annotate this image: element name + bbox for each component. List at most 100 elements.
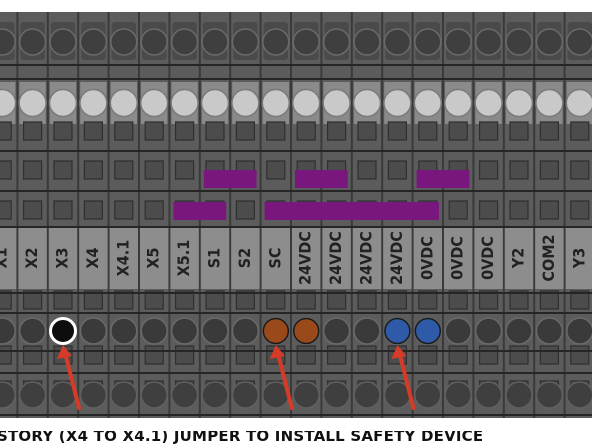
- screw-head: [79, 88, 108, 118]
- screw-head: [413, 88, 443, 118]
- terminal-label: 24VDC: [387, 231, 406, 285]
- terminal-column: [474, 12, 503, 432]
- screw-hole: [79, 381, 108, 409]
- terminal-label: S1: [205, 248, 224, 268]
- jumper-slot: [296, 121, 316, 141]
- jumper-slot: [23, 160, 43, 180]
- jumper-slot: [83, 160, 104, 180]
- jumper-slot: [509, 200, 529, 220]
- screw-head: [322, 88, 351, 118]
- wire-marker-black: [49, 317, 77, 345]
- screw-hole: [231, 28, 260, 56]
- jumper-slot: [448, 200, 468, 220]
- screw-hole: [535, 381, 564, 409]
- terminal-column: [200, 12, 230, 432]
- jumper-bar: [416, 170, 470, 188]
- screw-hole: [170, 381, 199, 409]
- screw-hole: [414, 381, 442, 409]
- screw-hole: [231, 381, 260, 409]
- wire-marker-brown: [292, 317, 320, 345]
- screw-hole: [140, 28, 168, 56]
- screw-hole: [505, 28, 533, 56]
- terminal-column: [261, 12, 290, 432]
- wire-hole: [18, 317, 47, 345]
- jumper-slot: [235, 345, 255, 365]
- jumper-slot: [114, 345, 134, 365]
- terminal-label: X1: [0, 247, 11, 268]
- screw-hole: [262, 28, 290, 56]
- screw-head: [383, 88, 412, 118]
- jumper-slot: [175, 345, 195, 365]
- jumper-slot: [175, 160, 195, 180]
- terminal-column: [48, 12, 78, 432]
- terminal-label: X3: [53, 247, 72, 268]
- jumper-slot: [0, 345, 12, 365]
- terminal-column: [0, 12, 17, 432]
- jumper-slot: [53, 160, 73, 180]
- jumper-slot: [144, 121, 164, 141]
- wire-hole: [79, 317, 108, 345]
- caption-text: STORY (X4 TO X4.1) JUMPER TO INSTALL SAF…: [0, 431, 592, 444]
- screw-hole: [201, 28, 229, 56]
- jumper-slot: [448, 345, 468, 365]
- jumper-bar: [203, 170, 257, 188]
- terminal-column: [352, 12, 382, 432]
- wire-hole: [474, 317, 503, 345]
- jumper-slot: [570, 160, 590, 180]
- jumper-slot: [357, 121, 377, 141]
- screw-head: [291, 88, 321, 118]
- screw-hole: [110, 28, 138, 56]
- jumper-slot: [23, 345, 43, 365]
- screw-hole: [474, 28, 503, 56]
- screw-hole: [79, 28, 108, 56]
- screw-hole: [383, 28, 412, 56]
- terminal-label: Y2: [509, 248, 528, 269]
- terminal-label: S2: [235, 248, 254, 268]
- terminal-label: 0VDC: [478, 236, 497, 280]
- jumper-slot: [570, 200, 590, 220]
- screw-head: [48, 88, 78, 118]
- screw-head: [443, 88, 473, 118]
- wire-hole: [322, 317, 351, 345]
- wire-marker-brown: [262, 317, 290, 345]
- screw-head: [261, 88, 291, 118]
- jumper-slot: [479, 345, 499, 365]
- screw-head: [109, 88, 139, 118]
- wire-hole: [535, 317, 564, 345]
- jumper-slot: [266, 121, 286, 141]
- terminal-label: 0VDC: [448, 236, 467, 280]
- terminal-column: [444, 12, 473, 432]
- jumper-slot: [114, 121, 134, 141]
- jumper-bar: [295, 170, 348, 188]
- wire-hole: [201, 317, 229, 345]
- jumper-slot: [0, 200, 12, 220]
- wire-hole: [444, 317, 472, 345]
- screw-hole: [292, 28, 320, 56]
- screw-hole: [322, 28, 351, 56]
- screw-hole: [140, 381, 168, 409]
- wire-hole: [505, 317, 533, 345]
- screw-head: [352, 88, 382, 118]
- jumper-slot: [509, 160, 529, 180]
- screw-head: [474, 88, 503, 118]
- jumper-slot: [357, 160, 377, 180]
- screw-hole: [292, 381, 320, 409]
- jumper-slot: [144, 345, 164, 365]
- wire-hole: [231, 317, 260, 345]
- terminal-column: [292, 12, 321, 432]
- jumper-bar: [264, 202, 439, 220]
- jumper-slot: [23, 121, 43, 141]
- jumper-slot: [327, 345, 347, 365]
- jumper-slot: [570, 121, 590, 141]
- jumper-slot: [53, 121, 73, 141]
- jumper-slot: [479, 121, 499, 141]
- wire-hole: [110, 317, 138, 345]
- screw-hole: [444, 28, 472, 56]
- screw-head: [139, 88, 169, 118]
- jumper-slot: [114, 160, 134, 180]
- terminal-label: 24VDC: [326, 231, 345, 285]
- terminal-column: [322, 12, 351, 432]
- terminal-block-photo: X1 X2 X3 X4 X4.1 X5 X5.1 S1 S2 SC 24VDC 24VDC 24VDC 2…: [0, 0, 592, 444]
- jumper-slot: [266, 160, 286, 180]
- wire-marker-blue: [414, 317, 442, 345]
